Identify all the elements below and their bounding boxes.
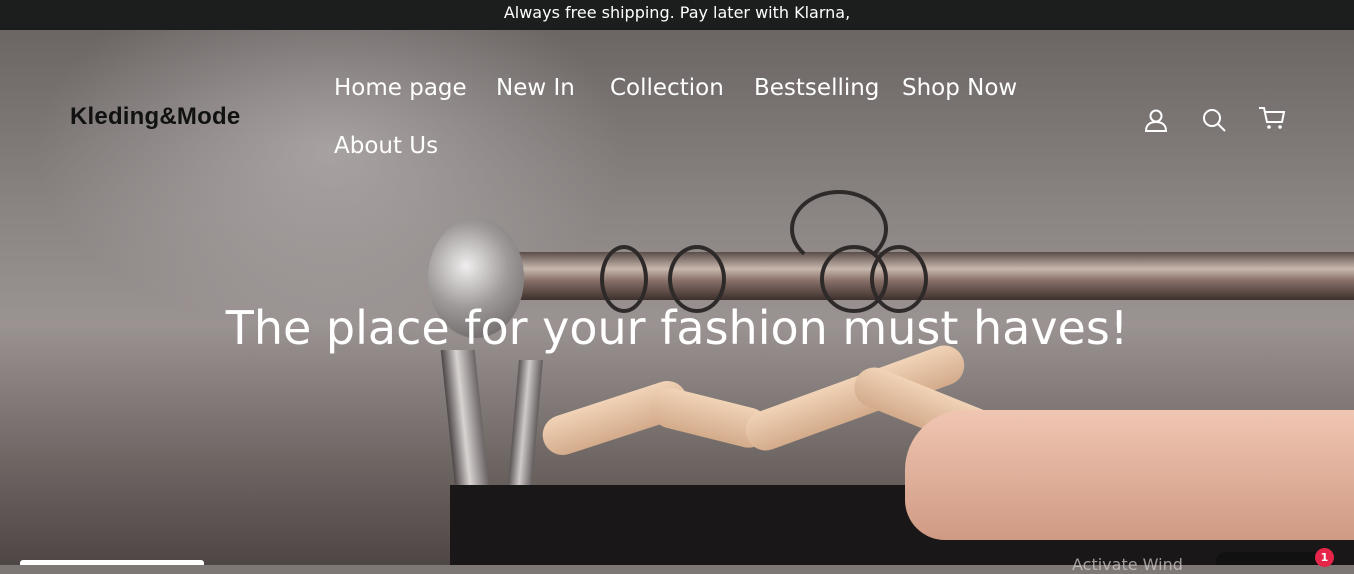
cart-icon[interactable]: [1258, 105, 1286, 131]
search-icon[interactable]: [1201, 107, 1227, 133]
announcement-text: Always free shipping. Pay later with Kla…: [503, 3, 851, 22]
hand-image: [905, 410, 1354, 540]
nav-item-new-in[interactable]: New In: [496, 75, 575, 101]
site-header: Kleding&Mode Home page New In Collection…: [0, 30, 1354, 180]
nav-item-collection[interactable]: Collection: [610, 75, 724, 101]
user-icon[interactable]: [1143, 107, 1169, 133]
hero-title: The place for your fashion must haves!: [225, 300, 1129, 355]
nav-item-home-page[interactable]: Home page: [334, 75, 467, 101]
notification-badge: 1: [1315, 548, 1334, 567]
cookie-banner-tab[interactable]: [20, 560, 204, 565]
nav-item-shop-now[interactable]: Shop Now: [902, 75, 1017, 101]
nav-item-about-us[interactable]: About Us: [334, 133, 438, 159]
nav-item-bestselling[interactable]: Bestselling: [754, 75, 879, 101]
site-logo[interactable]: Kleding&Mode: [70, 103, 240, 131]
announcement-bar: Always free shipping. Pay later with Kla…: [0, 0, 1354, 30]
